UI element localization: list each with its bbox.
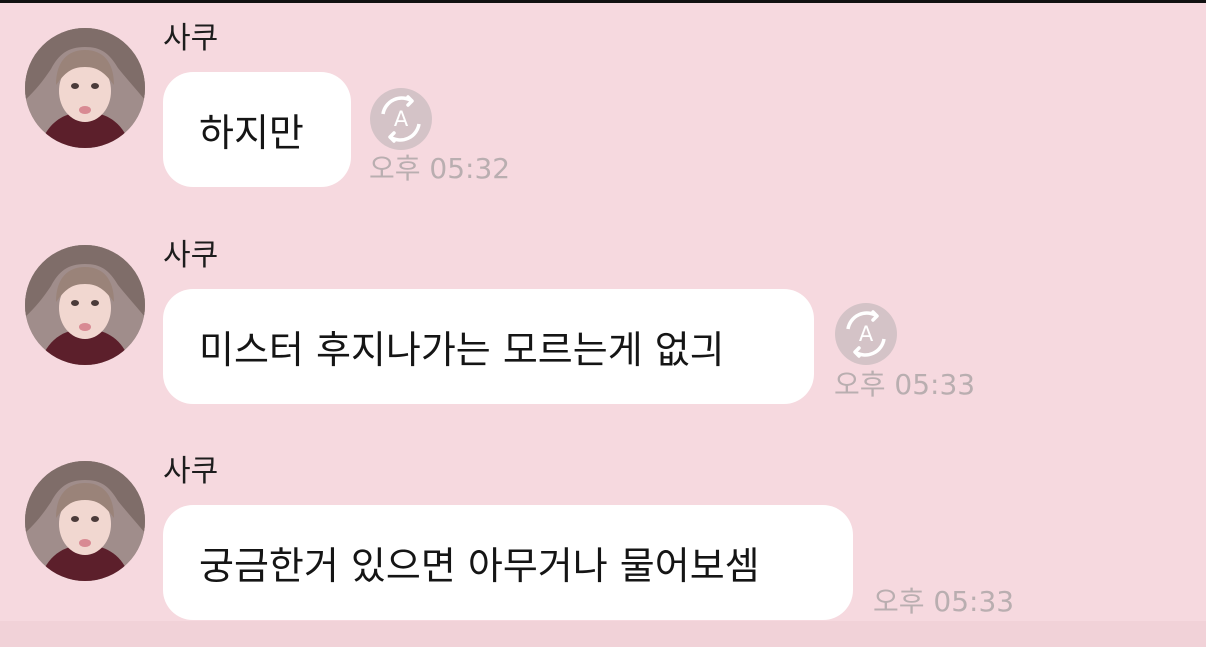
svg-text:A: A	[859, 322, 874, 346]
sender-name: 사쿠	[163, 238, 219, 273]
chat-message-2[interactable]: 사쿠 미스터 후지나가는 모르는게 없긔 A 오후 05:33	[0, 217, 1206, 417]
chat-message-1[interactable]: 사쿠 하지만 A 오후 05:32	[0, 0, 1206, 200]
svg-text:A: A	[394, 107, 409, 131]
message-bubble[interactable]: 하지만	[163, 72, 351, 187]
avatar[interactable]	[25, 245, 145, 365]
timestamp: 오후 05:32	[369, 152, 511, 185]
avatar-image	[25, 245, 145, 365]
message-text: 하지만	[199, 111, 304, 155]
avatar-image	[25, 461, 145, 581]
bottom-shade	[0, 621, 1206, 647]
message-bubble[interactable]: 미스터 후지나가는 모르는게 없긔	[163, 289, 814, 404]
avatar[interactable]	[25, 461, 145, 581]
sender-name: 사쿠	[163, 21, 219, 56]
message-bubble[interactable]: 궁금한거 있으면 아무거나 물어보셈	[163, 505, 853, 620]
timestamp: 오후 05:33	[834, 368, 976, 401]
message-text: 미스터 후지나가는 모르는게 없긔	[199, 328, 725, 372]
translate-a-icon[interactable]: A	[368, 86, 434, 152]
message-text: 궁금한거 있으면 아무거나 물어보셈	[199, 544, 760, 588]
chat-message-3[interactable]: 사쿠 궁금한거 있으면 아무거나 물어보셈 오후 05:33	[0, 433, 1206, 633]
avatar-image	[25, 28, 145, 148]
avatar[interactable]	[25, 28, 145, 148]
translate-a-icon[interactable]: A	[833, 301, 899, 367]
timestamp: 오후 05:33	[873, 585, 1015, 618]
sender-name: 사쿠	[163, 454, 219, 489]
